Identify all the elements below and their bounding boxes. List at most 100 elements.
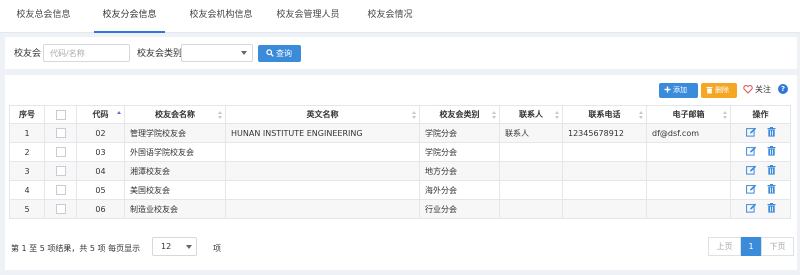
search-panel: 校友会 校友会类别 查询 bbox=[5, 37, 797, 69]
tab-alumni-org[interactable]: 校友会机构信息 bbox=[180, 0, 262, 33]
cell-email bbox=[646, 161, 731, 181]
page-size-value: 12 bbox=[161, 242, 172, 251]
search-icon bbox=[266, 49, 274, 57]
header-category[interactable]: 校友会类别 bbox=[419, 105, 500, 124]
cell-name: 湘潭校友会 bbox=[124, 161, 226, 181]
cell-email bbox=[646, 142, 731, 162]
cell-seq: 2 bbox=[9, 142, 45, 162]
trash-icon[interactable] bbox=[767, 184, 776, 196]
page-size-unit: 项 bbox=[213, 244, 221, 253]
page-size-select[interactable]: 12 bbox=[152, 237, 197, 256]
row-checkbox[interactable] bbox=[55, 185, 66, 195]
query-button-label: 查询 bbox=[276, 49, 292, 58]
header-select-all[interactable] bbox=[44, 105, 77, 124]
cell-english bbox=[225, 142, 420, 162]
cell-contact bbox=[499, 161, 563, 181]
tab-alumni-managers[interactable]: 校友会管理人员 bbox=[272, 0, 344, 33]
help-icon[interactable]: ? bbox=[778, 84, 788, 94]
header-seq: 序号 bbox=[9, 105, 45, 124]
cell-english bbox=[225, 161, 420, 181]
tab-alumni-branch[interactable]: 校友分会信息 bbox=[94, 0, 165, 33]
cell-select[interactable] bbox=[44, 142, 77, 162]
cell-ops bbox=[730, 180, 791, 200]
cell-seq: 5 bbox=[9, 199, 45, 219]
row-checkbox[interactable] bbox=[55, 147, 66, 157]
row-checkbox[interactable] bbox=[55, 128, 66, 138]
cell-select[interactable] bbox=[44, 180, 77, 200]
delete-button[interactable]: 删除 bbox=[701, 83, 737, 98]
cell-select[interactable] bbox=[44, 199, 77, 219]
add-button[interactable]: 添加 bbox=[659, 83, 698, 98]
sort-icon bbox=[492, 111, 496, 120]
cell-email bbox=[646, 180, 731, 200]
cell-phone bbox=[562, 180, 647, 200]
cell-contact bbox=[499, 142, 563, 162]
edit-icon[interactable] bbox=[745, 203, 757, 215]
cell-code: 04 bbox=[76, 161, 125, 181]
cell-email bbox=[646, 199, 731, 219]
edit-icon[interactable] bbox=[745, 165, 757, 177]
alumni-branch-table: 序号 代码 校友会名称 英文名称 校友会类别 联系人 联系电话 电子邮箱 操作 … bbox=[9, 105, 791, 219]
cell-name: 美国校友会 bbox=[124, 180, 226, 200]
row-checkbox[interactable] bbox=[55, 204, 66, 214]
cell-seq: 3 bbox=[9, 161, 45, 181]
edit-icon[interactable] bbox=[745, 146, 757, 158]
table-row[interactable]: 3 04 湘潭校友会 地方分会 bbox=[9, 161, 791, 181]
alumni-label: 校友会 bbox=[14, 49, 42, 59]
cell-code: 03 bbox=[76, 142, 125, 162]
cell-category: 地方分会 bbox=[419, 161, 500, 181]
main-panel: 添加 删除 关注 ? 序号 代码 校友会名称 英文名称 校友会类别 联系人 联系… bbox=[5, 75, 797, 270]
header-contact[interactable]: 联系人 bbox=[499, 105, 563, 124]
sort-icon bbox=[218, 111, 222, 120]
category-select[interactable] bbox=[181, 44, 253, 62]
cell-email: df@dsf.com bbox=[646, 123, 731, 143]
cell-ops bbox=[730, 142, 791, 162]
trash-icon[interactable] bbox=[767, 165, 776, 177]
header-name[interactable]: 校友会名称 bbox=[124, 105, 226, 124]
trash-icon bbox=[706, 87, 713, 94]
prev-page-button[interactable]: 上页 bbox=[708, 237, 741, 256]
table-row[interactable]: 5 06 制造业校友会 行业分会 bbox=[9, 199, 791, 219]
tab-alumni-main[interactable]: 校友总会信息 bbox=[12, 0, 75, 33]
header-email[interactable]: 电子邮箱 bbox=[646, 105, 731, 124]
tab-alumni-status[interactable]: 校友会情况 bbox=[360, 0, 420, 33]
cell-category: 海外分会 bbox=[419, 180, 500, 200]
select-all-checkbox[interactable] bbox=[55, 109, 66, 120]
cell-select[interactable] bbox=[44, 161, 77, 181]
plus-icon bbox=[664, 86, 671, 93]
cell-code: 05 bbox=[76, 180, 125, 200]
add-button-label: 添加 bbox=[673, 86, 687, 94]
cell-english: HUNAN INSTITUTE ENGINEERING bbox=[225, 123, 420, 143]
cell-category: 学院分会 bbox=[419, 142, 500, 162]
header-code[interactable]: 代码 bbox=[76, 105, 125, 124]
sort-asc-icon bbox=[117, 111, 121, 120]
cell-phone bbox=[562, 199, 647, 219]
sort-icon bbox=[639, 111, 643, 120]
table-row[interactable]: 2 03 外国语学院校友会 学院分会 bbox=[9, 142, 791, 162]
table-row[interactable]: 1 02 管理学院校友会 HUNAN INSTITUTE ENGINEERING 学院分… bbox=[9, 123, 791, 143]
cell-name: 制造业校友会 bbox=[124, 199, 226, 219]
code-name-input[interactable] bbox=[43, 44, 130, 62]
trash-icon[interactable] bbox=[767, 146, 776, 158]
cell-category: 行业分会 bbox=[419, 199, 500, 219]
pagination-summary: 第 1 至 5 项结果，共 5 项 每页显示 bbox=[11, 244, 141, 253]
page-1-button[interactable]: 1 bbox=[741, 237, 761, 256]
header-english[interactable]: 英文名称 bbox=[225, 105, 420, 124]
row-checkbox[interactable] bbox=[55, 166, 66, 176]
header-phone[interactable]: 联系电话 bbox=[562, 105, 647, 124]
trash-icon[interactable] bbox=[767, 127, 776, 139]
table-row[interactable]: 4 05 美国校友会 海外分会 bbox=[9, 180, 791, 200]
cell-english bbox=[225, 180, 420, 200]
heart-icon bbox=[743, 85, 753, 94]
next-page-button[interactable]: 下页 bbox=[761, 237, 794, 256]
sort-icon bbox=[723, 111, 727, 120]
trash-icon[interactable] bbox=[767, 203, 776, 215]
cell-select[interactable] bbox=[44, 123, 77, 143]
tab-bar: 校友总会信息 校友分会信息 校友会机构信息 校友会管理人员 校友会情况 bbox=[0, 0, 800, 33]
edit-icon[interactable] bbox=[745, 127, 757, 139]
cell-name: 管理学院校友会 bbox=[124, 123, 226, 143]
query-button[interactable]: 查询 bbox=[258, 45, 301, 62]
edit-icon[interactable] bbox=[745, 184, 757, 196]
cell-code: 02 bbox=[76, 123, 125, 143]
table-header-row: 序号 代码 校友会名称 英文名称 校友会类别 联系人 联系电话 电子邮箱 操作 bbox=[9, 105, 791, 124]
